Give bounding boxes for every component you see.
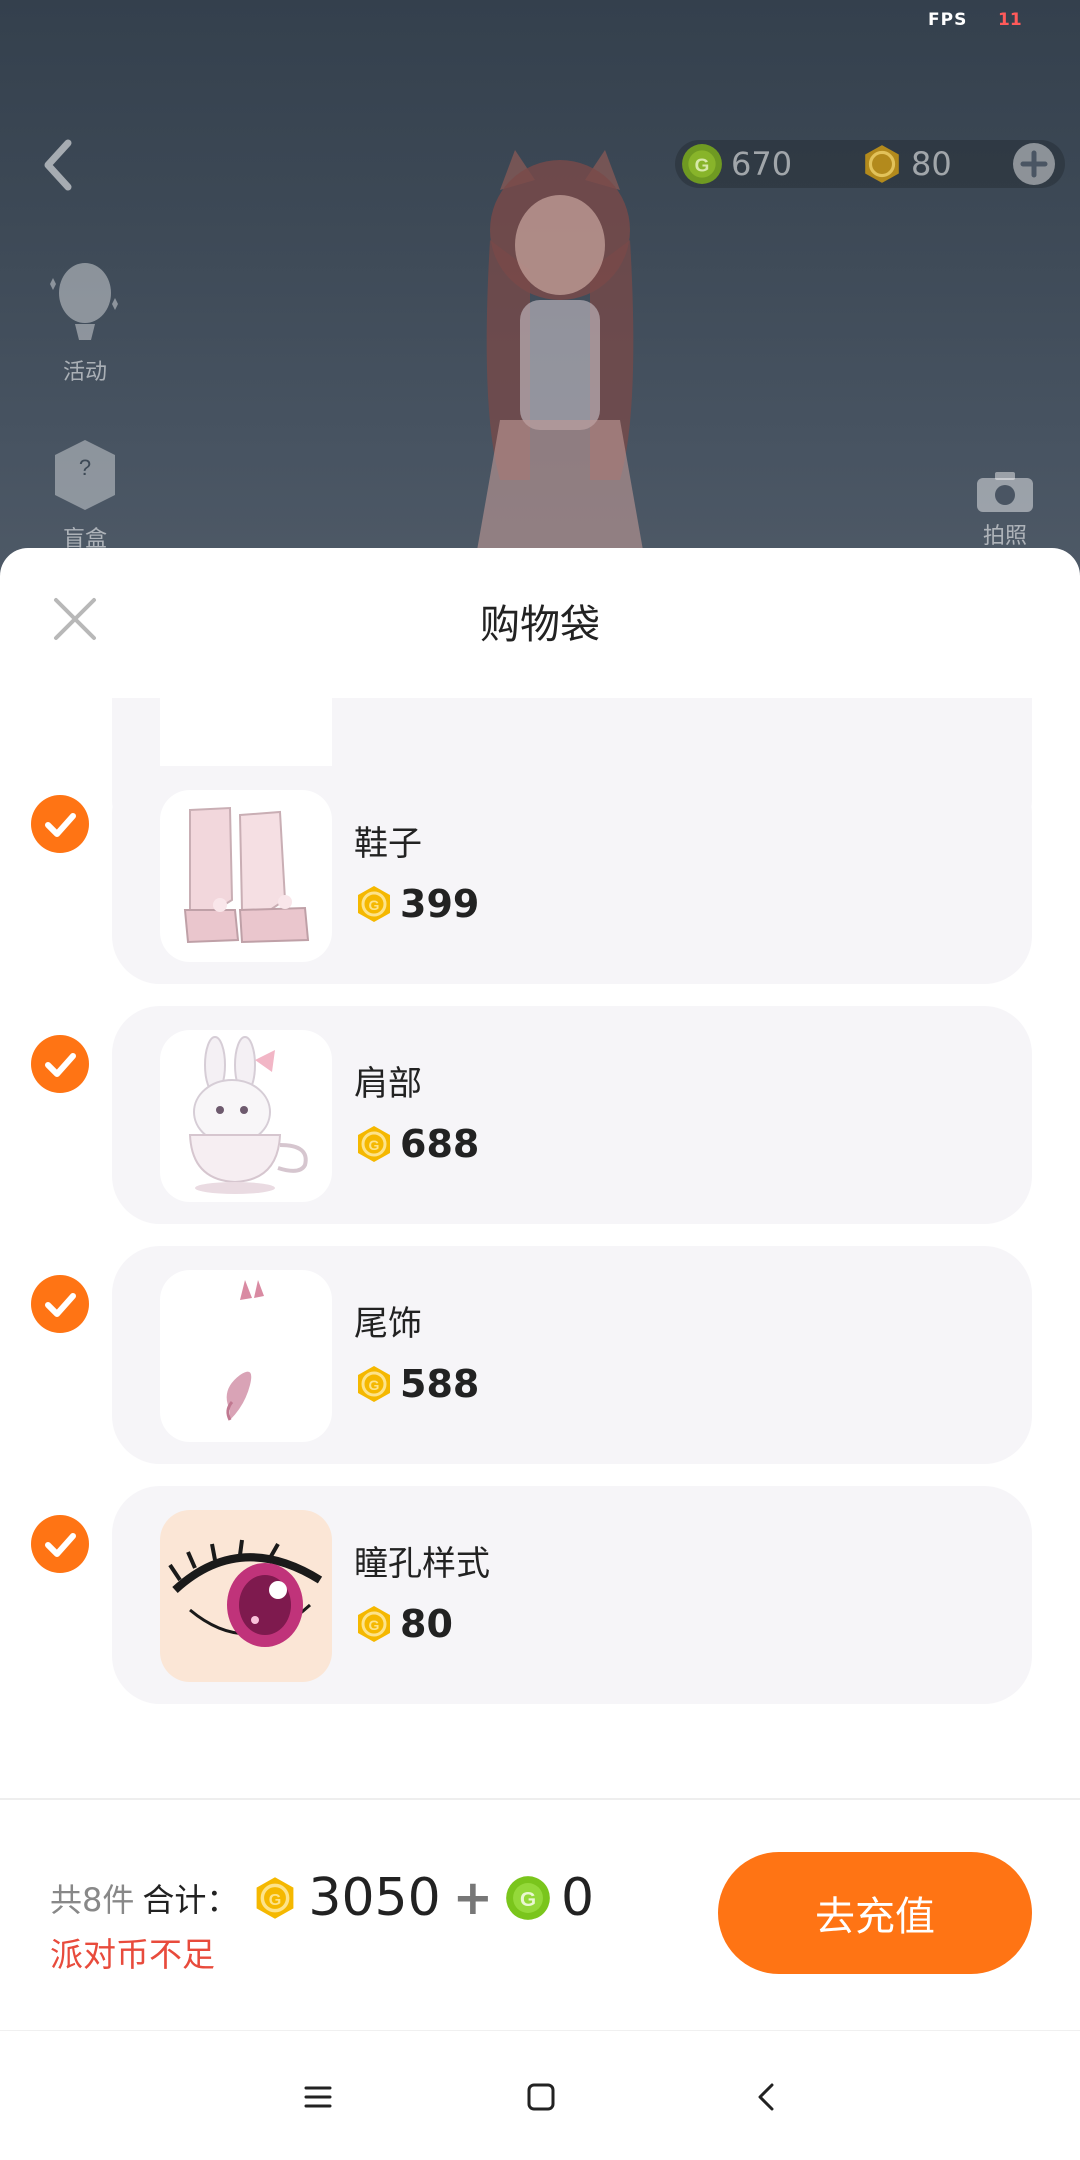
system-navigation-bar xyxy=(0,2030,1080,2160)
item-checkbox-checked[interactable] xyxy=(31,795,89,853)
item-name: 瞳孔样式 xyxy=(354,1544,490,1584)
insufficient-coins-warning: 派对币不足 xyxy=(50,1935,215,1974)
item-price: G 588 xyxy=(354,1362,479,1406)
green-currency: G 670 xyxy=(681,140,792,188)
fps-value: 11 xyxy=(998,10,1022,30)
home-icon[interactable] xyxy=(523,2079,559,2115)
photo-label: 拍照 xyxy=(982,524,1027,549)
cart-item-card[interactable]: 肩部 G 688 xyxy=(112,1006,1032,1224)
item-checkbox-checked[interactable] xyxy=(31,1515,89,1573)
menu-icon[interactable] xyxy=(300,2079,336,2115)
item-checkbox-checked[interactable] xyxy=(31,1035,89,1093)
item-name: 肩部 xyxy=(354,1064,422,1104)
plus-sign: + xyxy=(452,1870,493,1926)
svg-text:G: G xyxy=(369,897,380,913)
cart-item-card[interactable]: 瞳孔样式 G 80 xyxy=(112,1486,1032,1704)
avatar-character xyxy=(470,150,650,590)
blind-box-button[interactable]: ? 盲盒 xyxy=(40,425,130,553)
gold-total: 3050 xyxy=(308,1868,441,1928)
gold-coin-icon: G xyxy=(358,1366,390,1402)
checkout-footer: 共8件 合计： G 3050 + G 0 派对币不足 去充值 xyxy=(0,1798,1080,2030)
back-arrow-icon[interactable] xyxy=(38,135,78,195)
gold-coin-icon: G xyxy=(358,1606,390,1642)
balloon-icon xyxy=(50,263,118,340)
eye-pupil-thumbnail xyxy=(160,1510,332,1682)
green-currency-value: 670 xyxy=(731,145,793,183)
activity-label: 活动 xyxy=(62,360,107,385)
svg-text:G: G xyxy=(269,1891,282,1909)
item-checkbox-checked[interactable] xyxy=(31,1275,89,1333)
photo-button[interactable]: 拍照 xyxy=(970,470,1040,550)
gold-coin-icon: G xyxy=(358,886,390,922)
shoes-thumbnail xyxy=(160,790,332,962)
svg-text:G: G xyxy=(369,1377,380,1393)
bunny-teacup-thumbnail xyxy=(160,1030,332,1202)
gold-coin-icon: G xyxy=(358,1126,390,1162)
sheet-title: 购物袋 xyxy=(480,602,600,648)
gold-currency: 80 xyxy=(861,140,952,188)
green-coin-icon: G xyxy=(506,1876,550,1920)
svg-text:G: G xyxy=(695,155,710,176)
item-price: G 80 xyxy=(354,1602,453,1646)
camera-icon xyxy=(977,472,1033,512)
recharge-button[interactable]: 去充值 xyxy=(718,1852,1032,1974)
green-total: 0 xyxy=(560,1868,595,1928)
item-price-value: 399 xyxy=(400,882,480,926)
tail-thumbnail xyxy=(160,1270,332,1442)
item-price: G 688 xyxy=(354,1122,479,1166)
total-label: 合计： xyxy=(142,1881,239,1919)
item-name: 鞋子 xyxy=(354,824,422,864)
item-price-value: 588 xyxy=(400,1362,480,1406)
fps-label: FPS xyxy=(928,10,968,30)
svg-text:G: G xyxy=(520,1888,536,1911)
currency-bar: G 670 80 xyxy=(675,140,1065,188)
back-icon[interactable] xyxy=(750,2079,786,2115)
item-count: 共8件 xyxy=(50,1881,135,1919)
svg-text:?: ? xyxy=(79,455,91,480)
item-name: 尾饰 xyxy=(354,1304,422,1344)
item-price-value: 688 xyxy=(400,1122,480,1166)
add-currency-icon[interactable] xyxy=(1012,142,1056,186)
shopping-bag-sheet: 购物袋 鞋子 G 399 肩部 G 688 尾饰 G 588 瞳孔样式 G 80… xyxy=(0,548,1080,2160)
svg-text:G: G xyxy=(369,1137,380,1153)
gold-coin-icon: G xyxy=(256,1877,294,1919)
item-price: G 399 xyxy=(354,882,479,926)
item-price-value: 80 xyxy=(400,1602,453,1646)
svg-text:G: G xyxy=(369,1617,380,1633)
activity-button[interactable]: 活动 xyxy=(40,258,130,386)
total-summary: 共8件 合计： G 3050 + G 0 xyxy=(50,1868,594,1928)
gold-coin-icon xyxy=(865,145,899,183)
cart-item-card[interactable]: 尾饰 G 588 xyxy=(112,1246,1032,1464)
sheet-header: 购物袋 xyxy=(0,548,1080,698)
game-scene-background: FPS 11 G 670 80 活动 ? 盲盒 拍照 xyxy=(0,0,1080,620)
cart-item-card[interactable]: 鞋子 G 399 xyxy=(112,766,1032,984)
mystery-box-icon: ? xyxy=(55,440,115,510)
gold-currency-value: 80 xyxy=(911,145,952,183)
green-coin-icon: G xyxy=(682,144,722,184)
cart-item-list[interactable]: 鞋子 G 399 肩部 G 688 尾饰 G 588 瞳孔样式 G 80 xyxy=(0,698,1080,1798)
